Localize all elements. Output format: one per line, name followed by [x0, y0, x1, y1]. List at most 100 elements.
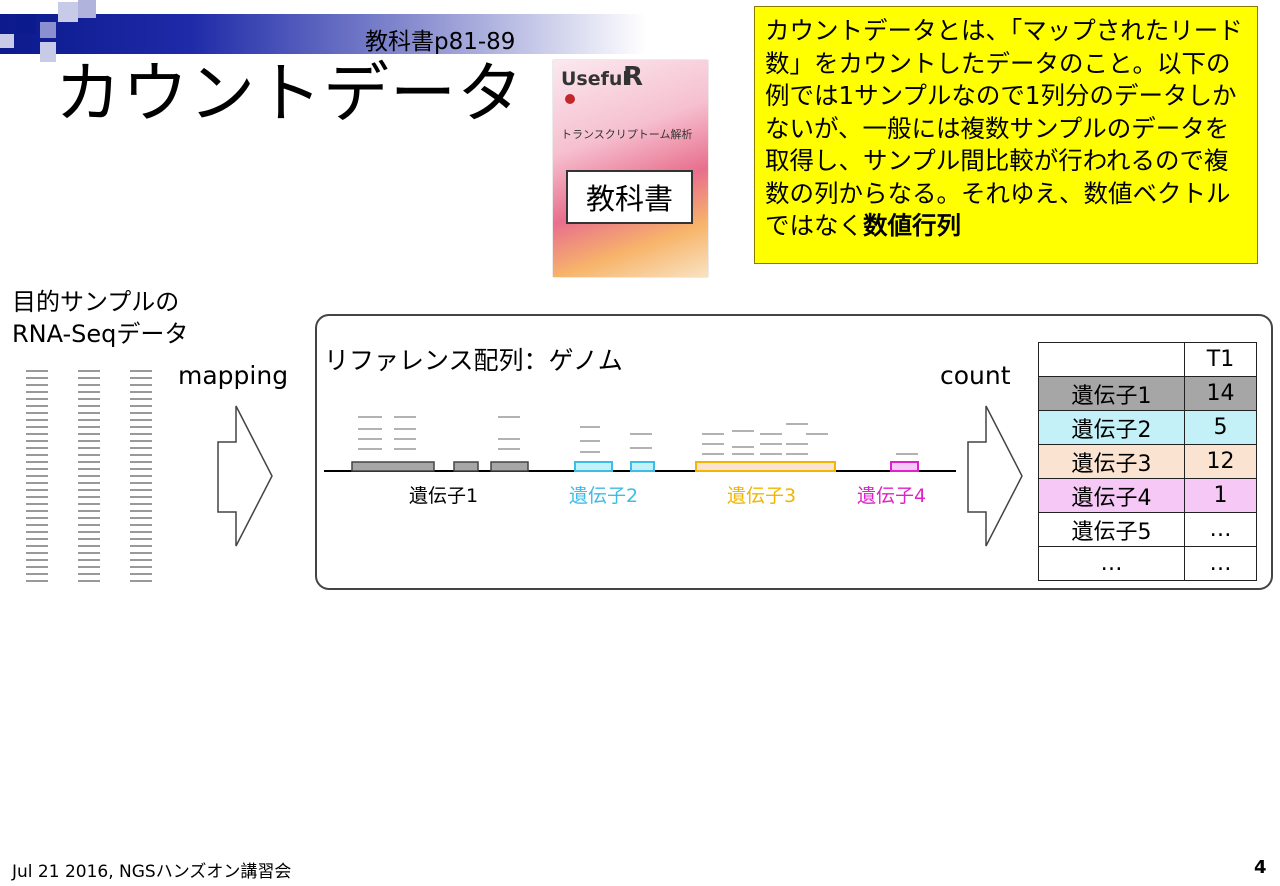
sequencing-read	[78, 559, 100, 561]
gene-cell: 遺伝子2	[1038, 410, 1185, 445]
sequencing-read	[26, 538, 48, 540]
sequencing-read	[130, 440, 152, 442]
table-header-row: T1	[1038, 342, 1257, 377]
table-header-cell	[1038, 342, 1185, 377]
sequencing-read	[130, 503, 152, 505]
sequencing-read	[78, 454, 100, 456]
sequencing-read	[130, 391, 152, 393]
sequencing-read	[78, 426, 100, 428]
header-decoration-4	[78, 0, 96, 18]
mapping-arrow-icon	[217, 405, 273, 547]
sequencing-read	[78, 370, 100, 372]
sequencing-read	[26, 426, 48, 428]
sequencing-read	[130, 524, 152, 526]
sequencing-read	[26, 454, 48, 456]
header-decoration	[16, 14, 36, 34]
sequencing-read	[26, 489, 48, 491]
sequencing-read	[78, 538, 100, 540]
book-volume-badge	[565, 94, 575, 104]
count-cell: …	[1184, 546, 1257, 581]
reads-column	[130, 370, 152, 587]
sequencing-read	[26, 433, 48, 435]
count-cell: 1	[1184, 478, 1257, 513]
sequencing-read	[130, 468, 152, 470]
sequencing-read	[26, 419, 48, 421]
page-number: 4	[1254, 857, 1267, 878]
sequencing-read	[130, 384, 152, 386]
sequencing-read	[130, 475, 152, 477]
sequencing-read	[130, 377, 152, 379]
callout-text: カウントデータとは、「マップされたリード数」をカウントしたデータのこと。以下の例…	[765, 16, 1243, 240]
sequencing-read	[78, 447, 100, 449]
mapped-reads	[358, 416, 918, 455]
genome-diagram	[324, 416, 956, 472]
sequencing-read	[26, 510, 48, 512]
count-cell: …	[1184, 512, 1257, 547]
sequencing-read	[130, 370, 152, 372]
sequencing-read	[26, 398, 48, 400]
count-cell: 12	[1184, 444, 1257, 479]
sequencing-read	[78, 391, 100, 393]
sequencing-read	[78, 489, 100, 491]
gene3-exons	[695, 461, 836, 472]
sequencing-read	[78, 517, 100, 519]
sequencing-read	[130, 482, 152, 484]
footer-text: Jul 21 2016, NGSハンズオン講習会	[12, 862, 292, 882]
gene-cell: 遺伝子3	[1038, 444, 1185, 479]
sequencing-read	[26, 461, 48, 463]
count-table: T1 遺伝子1 14 遺伝子2 5 遺伝子3 12 遺伝子4 1 遺伝子5 … …	[1038, 342, 1257, 581]
sequencing-read	[26, 447, 48, 449]
gene1-exon	[453, 461, 479, 472]
sequencing-read	[78, 552, 100, 554]
sequencing-read	[26, 503, 48, 505]
book-brand-letter: R	[623, 62, 644, 92]
sequencing-read	[130, 461, 152, 463]
sequencing-read	[130, 426, 152, 428]
sequencing-read	[130, 538, 152, 540]
gene-cell: 遺伝子4	[1038, 478, 1185, 513]
gene-cell: 遺伝子1	[1038, 376, 1185, 411]
sequencing-read	[130, 531, 152, 533]
sequencing-read	[130, 517, 152, 519]
sequencing-read	[26, 545, 48, 547]
sequencing-read	[130, 496, 152, 498]
sequencing-read	[26, 475, 48, 477]
table-row: 遺伝子4 1	[1038, 478, 1257, 513]
callout-emphasis: 数値行列	[863, 211, 961, 240]
sequencing-read	[26, 377, 48, 379]
sample-label: 目的サンプルの RNA-Seqデータ	[12, 286, 188, 350]
sequencing-read	[78, 524, 100, 526]
sequencing-read	[78, 384, 100, 386]
book-label: 教科書	[566, 170, 693, 224]
sequencing-read	[78, 433, 100, 435]
textbook-cover: Useful R トランスクリプトーム解析 教科書	[553, 60, 708, 277]
gene4-exon	[890, 461, 919, 472]
gene2-exons	[574, 461, 655, 472]
sequencing-read	[130, 447, 152, 449]
sequencing-read	[78, 503, 100, 505]
sequencing-read	[130, 566, 152, 568]
sequencing-read	[78, 468, 100, 470]
sequencing-read	[130, 489, 152, 491]
sequencing-read	[26, 580, 48, 582]
count-label: count	[940, 361, 1011, 390]
sequencing-read	[26, 405, 48, 407]
sequencing-read	[130, 419, 152, 421]
sequencing-read	[78, 545, 100, 547]
table-header-cell: T1	[1184, 342, 1257, 377]
count-arrow-icon	[967, 405, 1023, 547]
sequencing-read	[78, 475, 100, 477]
table-row: … …	[1038, 546, 1257, 581]
gene-label-4: 遺伝子4	[857, 485, 927, 507]
book-brand: Useful	[561, 68, 629, 90]
sequencing-read	[130, 552, 152, 554]
count-cell: 14	[1184, 376, 1257, 411]
reads-column	[26, 370, 48, 587]
sequencing-read	[78, 398, 100, 400]
table-row: 遺伝子1 14	[1038, 376, 1257, 411]
gene-label-2: 遺伝子2	[569, 485, 639, 507]
reads-column	[78, 370, 100, 587]
sequencing-read	[78, 482, 100, 484]
explanation-callout: カウントデータとは、「マップされたリード数」をカウントしたデータのこと。以下の例…	[754, 6, 1258, 264]
table-row: 遺伝子5 …	[1038, 512, 1257, 547]
